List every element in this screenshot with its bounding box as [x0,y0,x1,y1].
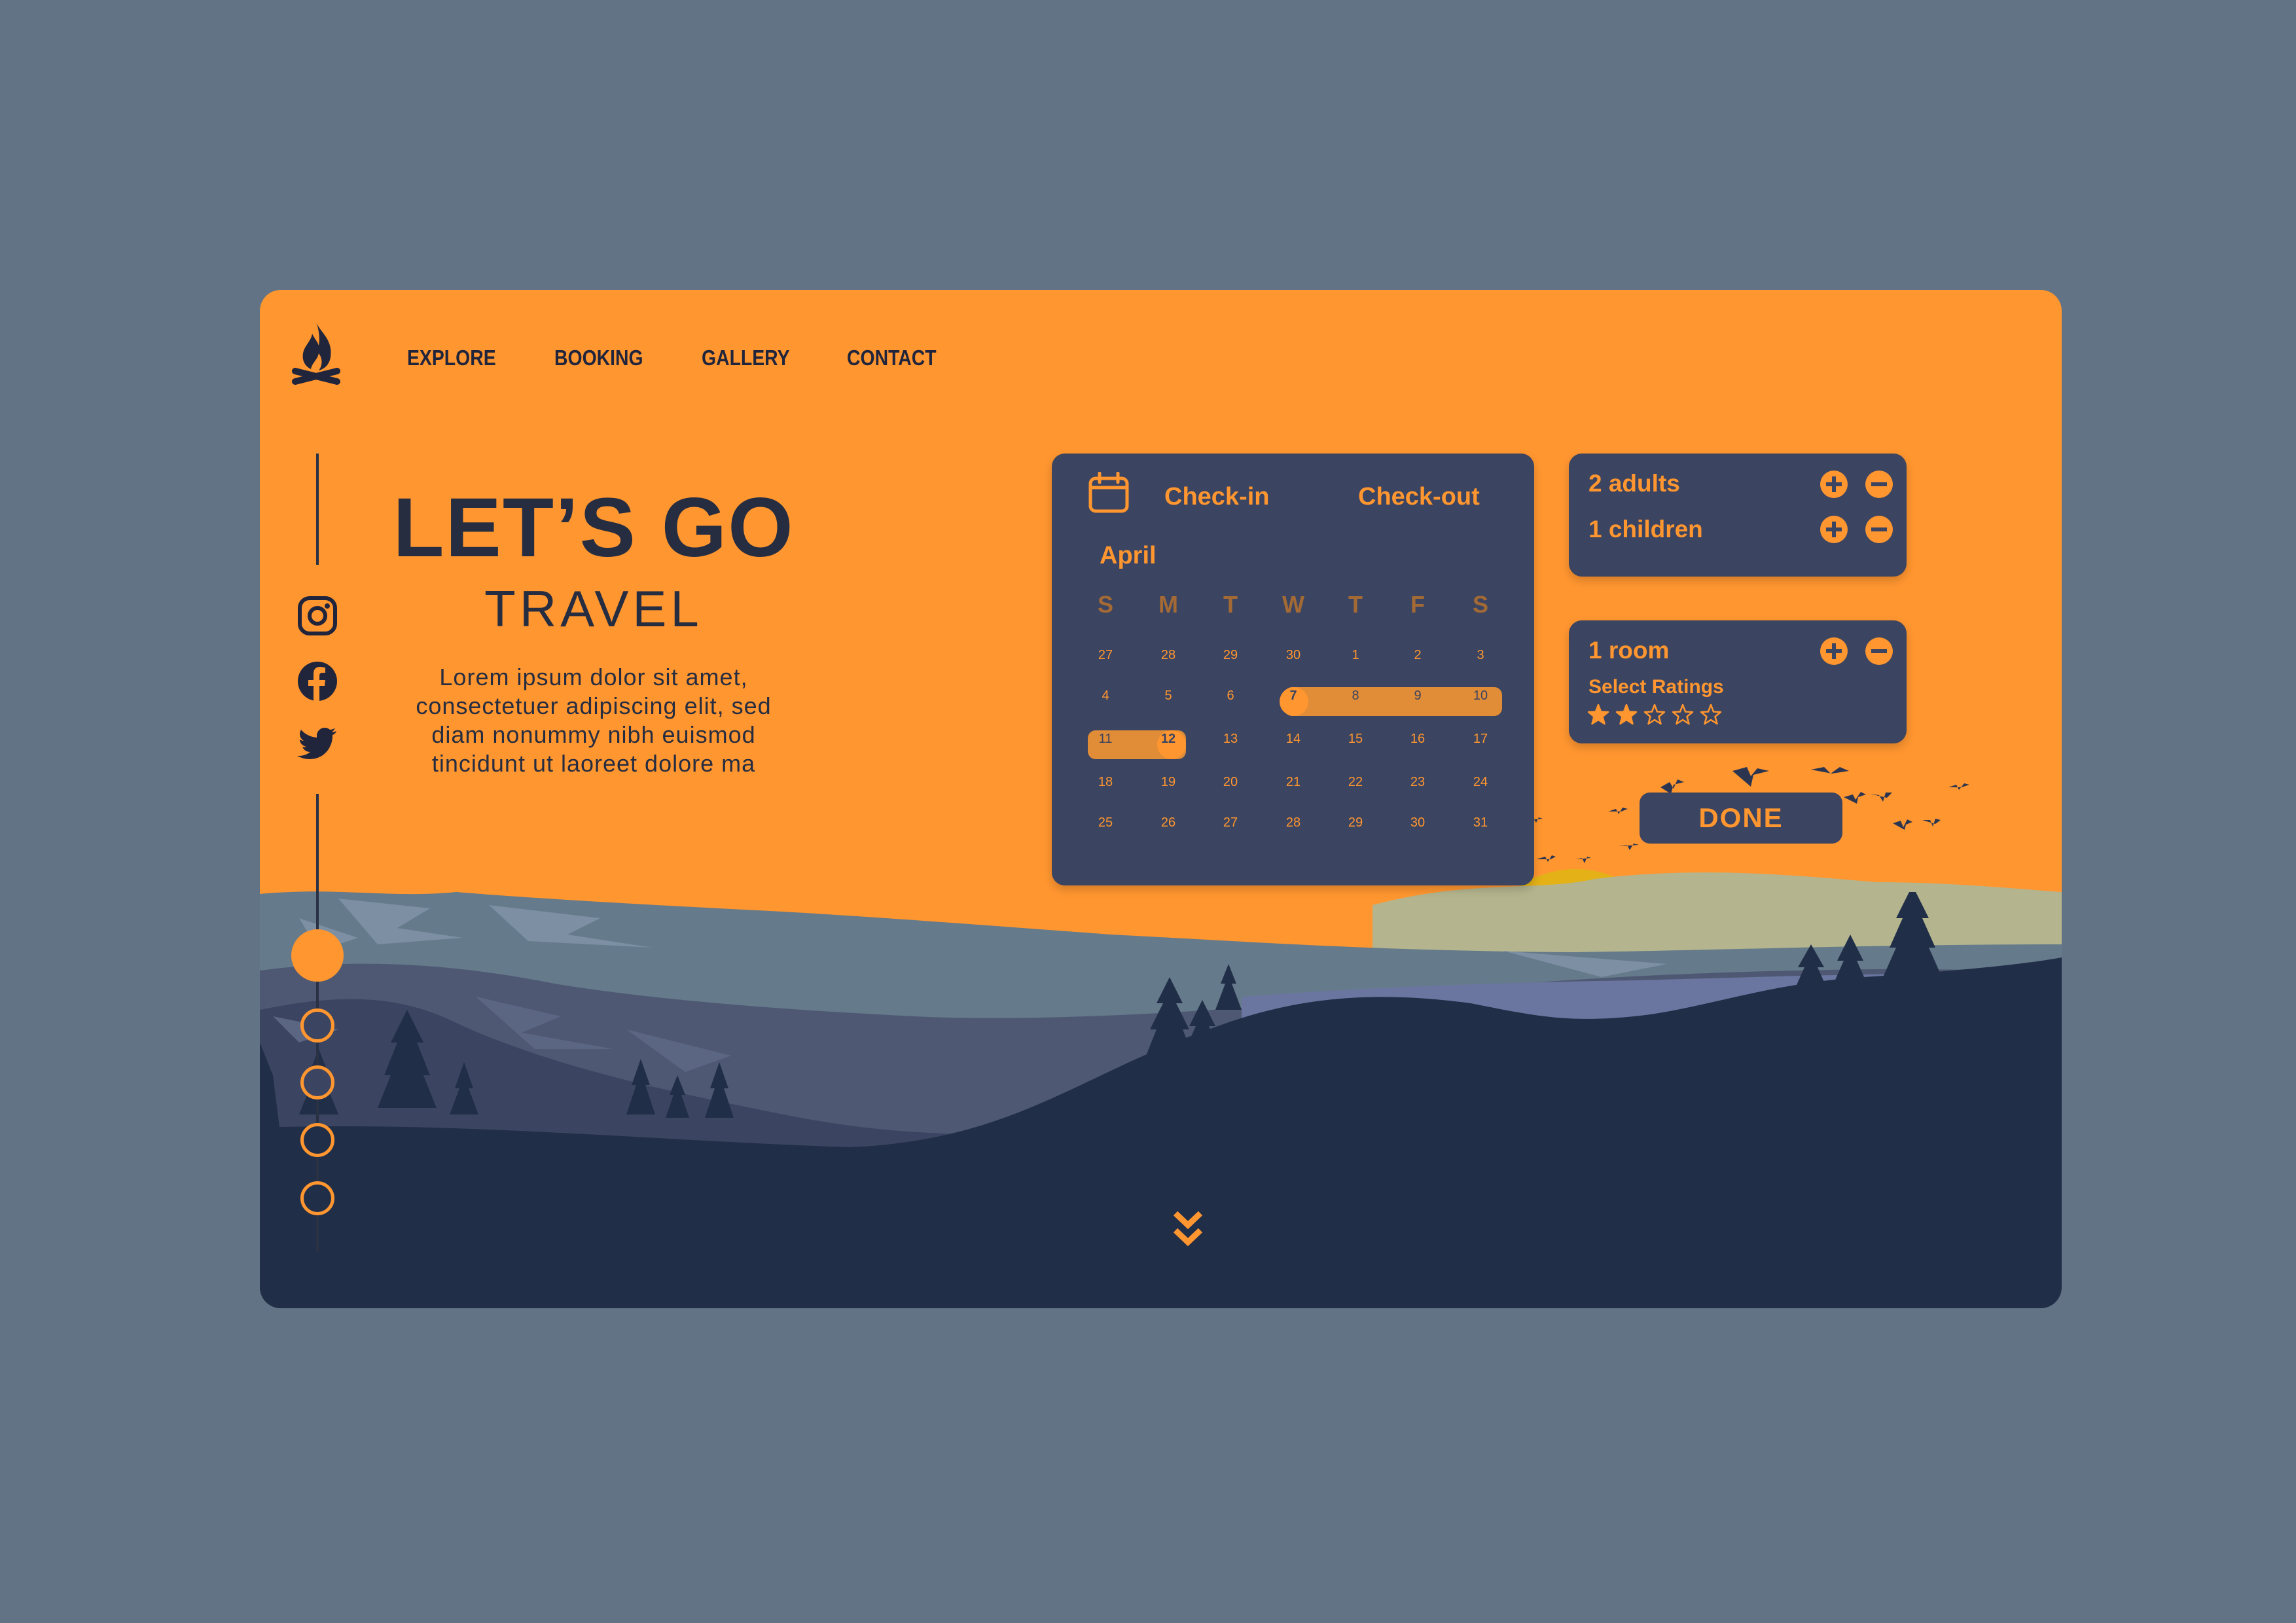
star-filled-icon[interactable] [1587,704,1609,726]
twitter-icon[interactable] [296,722,339,765]
rooms-minus-icon[interactable] [1865,637,1893,666]
calendar-day[interactable]: 27 [1083,648,1128,663]
hero-text-line: Lorem ipsum dolor sit amet, [439,664,748,690]
guests-panel: 2 adults 1 children [1569,454,1907,577]
calendar-day[interactable]: 9 [1395,688,1441,704]
calendar-icon [1088,472,1129,513]
calendar-day[interactable]: 7 [1270,688,1316,704]
adults-minus-icon[interactable] [1865,470,1893,499]
calendar-day[interactable]: 29 [1333,815,1378,830]
calendar-day[interactable]: 28 [1270,815,1316,830]
campfire-logo-icon[interactable] [286,319,346,393]
calendar-day[interactable]: 30 [1395,815,1441,830]
adults-count: 2 adults [1588,470,1680,497]
landing-card: EXPLORE BOOKING GALLERY CONTACT LET’S GO… [260,290,2062,1308]
calendar-day[interactable]: 15 [1333,732,1378,747]
hero-subtitle: TRAVEL [484,580,703,637]
weekday-label: W [1282,591,1304,618]
weekday-label: T [1348,591,1363,618]
calendar-day[interactable]: 14 [1270,732,1316,747]
calendar-day[interactable]: 17 [1458,732,1503,747]
calendar-day[interactable]: 4 [1083,688,1128,704]
calendar-day[interactable]: 11 [1083,732,1128,747]
calendar-day[interactable]: 1 [1333,648,1378,663]
children-minus-icon[interactable] [1865,515,1893,544]
done-button[interactable]: DONE [1640,793,1842,844]
ratings-label: Select Ratings [1588,676,1724,698]
weekday-label: M [1158,591,1178,618]
calendar-day[interactable]: 26 [1145,815,1191,830]
checkin-tab[interactable]: Check-in [1164,483,1269,511]
calendar-day[interactable]: 8 [1333,688,1378,704]
star-empty-icon[interactable] [1700,704,1722,726]
hero-title: LET’S GO [393,481,795,575]
page-dot[interactable] [300,1123,334,1157]
calendar-day[interactable]: 22 [1333,775,1378,790]
calendar-day[interactable]: 2 [1395,648,1441,663]
scroll-down-icon[interactable] [1172,1209,1204,1251]
calendar-day[interactable]: 12 [1145,732,1191,747]
calendar-day[interactable]: 30 [1270,648,1316,663]
adults-plus-icon[interactable] [1820,470,1848,499]
children-count: 1 children [1588,516,1703,543]
calendar-day[interactable]: 25 [1083,815,1128,830]
calendar-day[interactable]: 31 [1458,815,1503,830]
calendar-day[interactable]: 10 [1458,688,1503,704]
calendar-panel: Check-in Check-out April S M T W T F S 2… [1052,454,1534,885]
rooms-plus-icon[interactable] [1820,637,1848,666]
page-dot[interactable] [300,1008,334,1043]
children-plus-icon[interactable] [1820,515,1848,544]
calendar-day[interactable]: 28 [1145,648,1191,663]
rooms-count: 1 room [1588,637,1670,664]
instagram-icon[interactable] [296,594,339,637]
calendar-day[interactable]: 5 [1145,688,1191,704]
star-empty-icon[interactable] [1672,704,1694,726]
rooms-panel: 1 room Select Ratings [1569,620,1907,743]
calendar-day[interactable]: 6 [1208,688,1253,704]
hero-text-line: diam nonummy nibh euismod [431,721,756,748]
page-dot[interactable] [300,1181,334,1215]
calendar-day[interactable]: 18 [1083,775,1128,790]
nav-contact[interactable]: CONTACT [847,346,937,370]
nav-booking[interactable]: BOOKING [554,346,643,370]
hero-text-line: tincidunt ut laoreet dolore ma [431,750,756,777]
nav-gallery[interactable]: GALLERY [702,346,790,370]
calendar-day[interactable]: 20 [1208,775,1253,790]
page-dot[interactable] [300,1065,334,1099]
hero-description: Lorem ipsum dolor sit amet, consectetuer… [404,663,783,778]
checkout-tab[interactable]: Check-out [1358,483,1480,511]
calendar-day[interactable]: 24 [1458,775,1503,790]
calendar-day[interactable]: 23 [1395,775,1441,790]
calendar-day[interactable]: 3 [1458,648,1503,663]
weekday-label: T [1223,591,1238,618]
calendar-day[interactable]: 27 [1208,815,1253,830]
nav-explore[interactable]: EXPLORE [407,346,496,370]
hero-text-line: consectetuer adipiscing elit, sed [416,692,772,719]
weekday-label: S [1472,591,1488,618]
star-filled-icon[interactable] [1615,704,1638,726]
calendar-day[interactable]: 13 [1208,732,1253,747]
calendar-day[interactable]: 21 [1270,775,1316,790]
star-empty-icon[interactable] [1643,704,1666,726]
facebook-icon[interactable] [296,660,339,703]
rail-divider-top [316,454,319,565]
calendar-day[interactable]: 29 [1208,648,1253,663]
weekday-label: F [1410,591,1425,618]
calendar-day[interactable]: 16 [1395,732,1441,747]
page-dot-active[interactable] [291,929,344,982]
calendar-day[interactable]: 19 [1145,775,1191,790]
weekday-label: S [1097,591,1113,618]
calendar-month: April [1100,542,1157,569]
